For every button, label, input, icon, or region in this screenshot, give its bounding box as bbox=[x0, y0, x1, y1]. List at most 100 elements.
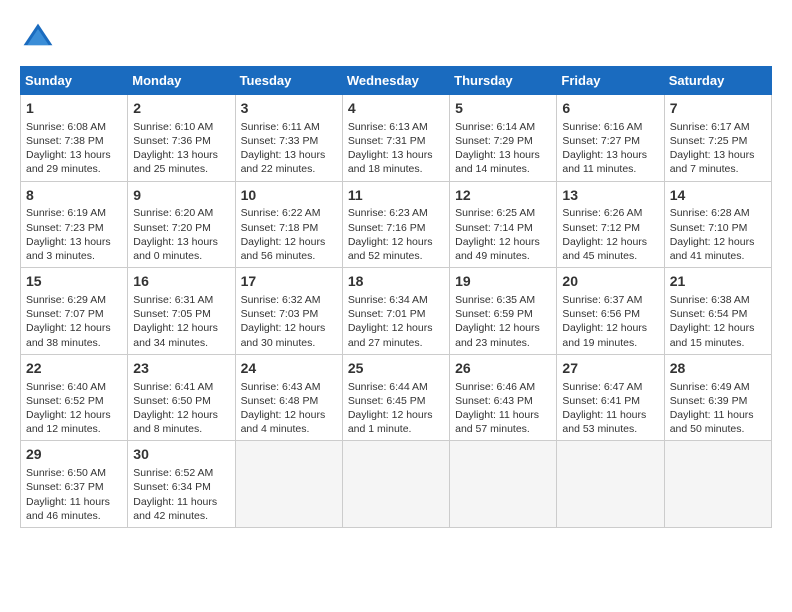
day-number: 16 bbox=[133, 272, 229, 291]
calendar-day-cell: 7 Sunrise: 6:17 AM Sunset: 7:25 PM Daylig… bbox=[664, 95, 771, 182]
day-number: 28 bbox=[670, 359, 766, 378]
page-header bbox=[20, 20, 772, 56]
day-info: Sunrise: 6:52 AM Sunset: 6:34 PM Dayligh… bbox=[133, 466, 229, 523]
day-info: Sunrise: 6:35 AM Sunset: 6:59 PM Dayligh… bbox=[455, 293, 551, 350]
day-number: 18 bbox=[348, 272, 444, 291]
day-info: Sunrise: 6:43 AM Sunset: 6:48 PM Dayligh… bbox=[241, 380, 337, 437]
day-info: Sunrise: 6:28 AM Sunset: 7:10 PM Dayligh… bbox=[670, 206, 766, 263]
day-info: Sunrise: 6:11 AM Sunset: 7:33 PM Dayligh… bbox=[241, 120, 337, 177]
calendar-day-cell: 15Sunrise: 6:29 AM Sunset: 7:07 PM Dayli… bbox=[21, 268, 128, 355]
calendar-day-cell: 29 Sunrise: 6:50 AM Sunset: 6:37 PM Dayli… bbox=[21, 441, 128, 528]
calendar-day-cell: 9Sunrise: 6:20 AM Sunset: 7:20 PM Daylig… bbox=[128, 181, 235, 268]
day-number: 4 bbox=[348, 99, 444, 118]
calendar-day-cell: 12Sunrise: 6:25 AM Sunset: 7:14 PM Dayli… bbox=[450, 181, 557, 268]
day-number: 6 bbox=[562, 99, 658, 118]
calendar-day-cell: 14Sunrise: 6:28 AM Sunset: 7:10 PM Dayli… bbox=[664, 181, 771, 268]
day-number: 9 bbox=[133, 186, 229, 205]
day-info: Sunrise: 6:14 AM Sunset: 7:29 PM Dayligh… bbox=[455, 120, 551, 177]
weekday-header: Monday bbox=[128, 67, 235, 95]
calendar-day-cell: 21 Sunrise: 6:38 AM Sunset: 6:54 PM Dayli… bbox=[664, 268, 771, 355]
day-info: Sunrise: 6:13 AM Sunset: 7:31 PM Dayligh… bbox=[348, 120, 444, 177]
weekday-header: Tuesday bbox=[235, 67, 342, 95]
calendar-day-cell bbox=[235, 441, 342, 528]
day-info: Sunrise: 6:50 AM Sunset: 6:37 PM Dayligh… bbox=[26, 466, 122, 523]
calendar-day-cell: 24 Sunrise: 6:43 AM Sunset: 6:48 PM Dayli… bbox=[235, 354, 342, 441]
calendar-day-cell: 13Sunrise: 6:26 AM Sunset: 7:12 PM Dayli… bbox=[557, 181, 664, 268]
day-number: 5 bbox=[455, 99, 551, 118]
calendar-day-cell: 6 Sunrise: 6:16 AM Sunset: 7:27 PM Daylig… bbox=[557, 95, 664, 182]
calendar-day-cell: 23 Sunrise: 6:41 AM Sunset: 6:50 PM Dayli… bbox=[128, 354, 235, 441]
day-number: 24 bbox=[241, 359, 337, 378]
day-number: 11 bbox=[348, 186, 444, 205]
calendar-day-cell bbox=[450, 441, 557, 528]
calendar-week-row: 15Sunrise: 6:29 AM Sunset: 7:07 PM Dayli… bbox=[21, 268, 772, 355]
calendar-day-cell: 4 Sunrise: 6:13 AM Sunset: 7:31 PM Daylig… bbox=[342, 95, 449, 182]
day-info: Sunrise: 6:16 AM Sunset: 7:27 PM Dayligh… bbox=[562, 120, 658, 177]
calendar-day-cell: 1Sunrise: 6:08 AM Sunset: 7:38 PM Daylig… bbox=[21, 95, 128, 182]
day-info: Sunrise: 6:49 AM Sunset: 6:39 PM Dayligh… bbox=[670, 380, 766, 437]
calendar-day-cell: 19 Sunrise: 6:35 AM Sunset: 6:59 PM Dayli… bbox=[450, 268, 557, 355]
calendar-day-cell bbox=[342, 441, 449, 528]
day-number: 15 bbox=[26, 272, 122, 291]
weekday-header: Wednesday bbox=[342, 67, 449, 95]
calendar-day-cell: 3Sunrise: 6:11 AM Sunset: 7:33 PM Daylig… bbox=[235, 95, 342, 182]
day-number: 19 bbox=[455, 272, 551, 291]
logo-icon bbox=[20, 20, 56, 56]
calendar-day-cell: 22 Sunrise: 6:40 AM Sunset: 6:52 PM Dayli… bbox=[21, 354, 128, 441]
day-number: 23 bbox=[133, 359, 229, 378]
day-info: Sunrise: 6:23 AM Sunset: 7:16 PM Dayligh… bbox=[348, 206, 444, 263]
day-number: 25 bbox=[348, 359, 444, 378]
day-info: Sunrise: 6:17 AM Sunset: 7:25 PM Dayligh… bbox=[670, 120, 766, 177]
day-number: 27 bbox=[562, 359, 658, 378]
day-info: Sunrise: 6:41 AM Sunset: 6:50 PM Dayligh… bbox=[133, 380, 229, 437]
day-info: Sunrise: 6:32 AM Sunset: 7:03 PM Dayligh… bbox=[241, 293, 337, 350]
day-info: Sunrise: 6:46 AM Sunset: 6:43 PM Dayligh… bbox=[455, 380, 551, 437]
day-info: Sunrise: 6:19 AM Sunset: 7:23 PM Dayligh… bbox=[26, 206, 122, 263]
calendar-day-cell: 20 Sunrise: 6:37 AM Sunset: 6:56 PM Dayli… bbox=[557, 268, 664, 355]
day-number: 29 bbox=[26, 445, 122, 464]
calendar-day-cell bbox=[557, 441, 664, 528]
calendar-day-cell: 27 Sunrise: 6:47 AM Sunset: 6:41 PM Dayli… bbox=[557, 354, 664, 441]
day-number: 14 bbox=[670, 186, 766, 205]
day-number: 13 bbox=[562, 186, 658, 205]
day-info: Sunrise: 6:25 AM Sunset: 7:14 PM Dayligh… bbox=[455, 206, 551, 263]
weekday-header: Friday bbox=[557, 67, 664, 95]
day-info: Sunrise: 6:26 AM Sunset: 7:12 PM Dayligh… bbox=[562, 206, 658, 263]
day-info: Sunrise: 6:38 AM Sunset: 6:54 PM Dayligh… bbox=[670, 293, 766, 350]
weekday-header: Saturday bbox=[664, 67, 771, 95]
day-number: 10 bbox=[241, 186, 337, 205]
calendar-day-cell: 10Sunrise: 6:22 AM Sunset: 7:18 PM Dayli… bbox=[235, 181, 342, 268]
day-number: 20 bbox=[562, 272, 658, 291]
calendar-day-cell: 26 Sunrise: 6:46 AM Sunset: 6:43 PM Dayli… bbox=[450, 354, 557, 441]
day-number: 2 bbox=[133, 99, 229, 118]
day-number: 7 bbox=[670, 99, 766, 118]
calendar-day-cell: 2 Sunrise: 6:10 AM Sunset: 7:36 PM Daylig… bbox=[128, 95, 235, 182]
day-info: Sunrise: 6:37 AM Sunset: 6:56 PM Dayligh… bbox=[562, 293, 658, 350]
calendar-day-cell: 30Sunrise: 6:52 AM Sunset: 6:34 PM Dayli… bbox=[128, 441, 235, 528]
day-number: 8 bbox=[26, 186, 122, 205]
calendar-day-cell: 25Sunrise: 6:44 AM Sunset: 6:45 PM Dayli… bbox=[342, 354, 449, 441]
calendar-day-cell: 18Sunrise: 6:34 AM Sunset: 7:01 PM Dayli… bbox=[342, 268, 449, 355]
day-number: 12 bbox=[455, 186, 551, 205]
calendar-week-row: 29 Sunrise: 6:50 AM Sunset: 6:37 PM Dayli… bbox=[21, 441, 772, 528]
calendar-day-cell: 17 Sunrise: 6:32 AM Sunset: 7:03 PM Dayli… bbox=[235, 268, 342, 355]
day-info: Sunrise: 6:08 AM Sunset: 7:38 PM Dayligh… bbox=[26, 120, 122, 177]
logo bbox=[20, 20, 62, 56]
day-number: 21 bbox=[670, 272, 766, 291]
weekday-header-row: SundayMondayTuesdayWednesdayThursdayFrid… bbox=[21, 67, 772, 95]
calendar-day-cell: 16 Sunrise: 6:31 AM Sunset: 7:05 PM Dayli… bbox=[128, 268, 235, 355]
day-info: Sunrise: 6:31 AM Sunset: 7:05 PM Dayligh… bbox=[133, 293, 229, 350]
calendar-day-cell: 11Sunrise: 6:23 AM Sunset: 7:16 PM Dayli… bbox=[342, 181, 449, 268]
calendar-day-cell: 8Sunrise: 6:19 AM Sunset: 7:23 PM Daylig… bbox=[21, 181, 128, 268]
day-info: Sunrise: 6:10 AM Sunset: 7:36 PM Dayligh… bbox=[133, 120, 229, 177]
weekday-header: Sunday bbox=[21, 67, 128, 95]
day-number: 22 bbox=[26, 359, 122, 378]
calendar-day-cell: 28 Sunrise: 6:49 AM Sunset: 6:39 PM Dayli… bbox=[664, 354, 771, 441]
day-info: Sunrise: 6:47 AM Sunset: 6:41 PM Dayligh… bbox=[562, 380, 658, 437]
calendar-day-cell: 5 Sunrise: 6:14 AM Sunset: 7:29 PM Daylig… bbox=[450, 95, 557, 182]
day-number: 17 bbox=[241, 272, 337, 291]
calendar-table: SundayMondayTuesdayWednesdayThursdayFrid… bbox=[20, 66, 772, 528]
day-number: 26 bbox=[455, 359, 551, 378]
day-info: Sunrise: 6:40 AM Sunset: 6:52 PM Dayligh… bbox=[26, 380, 122, 437]
calendar-week-row: 8Sunrise: 6:19 AM Sunset: 7:23 PM Daylig… bbox=[21, 181, 772, 268]
